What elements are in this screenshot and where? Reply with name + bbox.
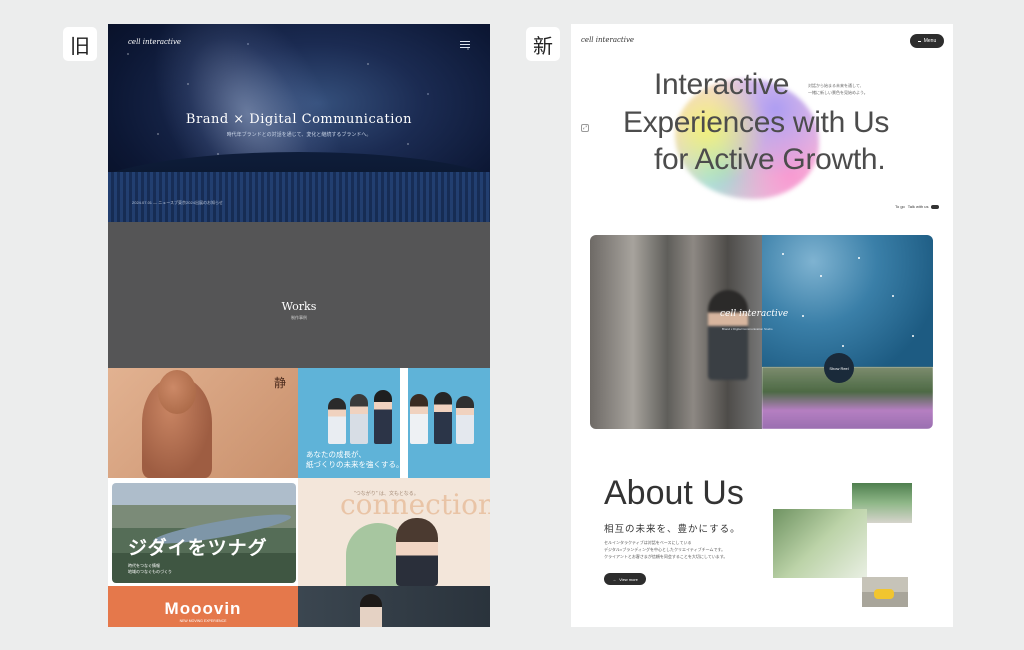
new-site-screenshot: cell interactive Menu Interactive Experi… <box>571 24 953 627</box>
staff-person <box>410 394 428 444</box>
quote-text: "つながり" は、文もとなる。 <box>354 491 419 497</box>
headline-line-2: Experiences with Us <box>623 106 890 139</box>
view-more-button[interactable]: → View more <box>604 573 646 585</box>
menu-label: Menu <box>923 38 937 44</box>
headline-line-1: Interactive <box>654 68 790 101</box>
sparkle <box>842 345 844 347</box>
sparkle <box>912 335 914 337</box>
sparkle <box>782 253 784 255</box>
staff-copy: あなたの成長が、 紙づくりの未来を強くする。 <box>306 450 404 470</box>
statue-head-image <box>158 370 196 414</box>
water-surface-image <box>762 235 933 367</box>
work-tile-dark[interactable] <box>298 586 490 627</box>
new-label: 新 <box>526 27 560 61</box>
sparkle <box>892 295 894 297</box>
about-title: About Us <box>604 474 744 512</box>
about-body-line: デジタル×ブランディングを中心としたクリエイティブチームです。 <box>604 547 726 552</box>
staff-person <box>350 394 368 444</box>
view-more-label: View more <box>619 576 638 582</box>
about-body-line: クライアントとお客さまが信頼を同会することを大切にしています。 <box>604 554 728 559</box>
staff-person <box>456 396 474 444</box>
about-photo-forest <box>773 509 867 578</box>
calligraphy-text: 静 <box>274 376 287 390</box>
menu-icon <box>917 40 921 42</box>
hamburger-menu-icon[interactable] <box>460 41 470 50</box>
arrow-right-icon: → <box>612 576 617 582</box>
work-tile-connection[interactable]: connection is "つながり" は、文もとなる。 <box>298 478 490 586</box>
sparkle <box>820 275 822 277</box>
toggle-icon <box>931 204 940 209</box>
planetarium-seats-image <box>108 172 490 222</box>
old-hero-title: Brand × Digital Communication <box>185 112 413 127</box>
old-hero-subtitle: 時代年ブランドとの対話を通じて、変化と継続するブランドへ。 <box>226 132 372 138</box>
side-text-line: 対話から始まる未来を通して、 <box>808 83 864 88</box>
taxi-image <box>874 589 894 599</box>
talk-prefix: To go <box>895 204 905 209</box>
river-title: ジダイをツナグ <box>128 538 268 559</box>
person-image <box>360 594 382 627</box>
talk-label: Talk with us <box>907 204 929 209</box>
work-tile-river[interactable]: ジダイをツナグ 時代をつなぐ情報 地域のつなぐものづくり <box>108 478 298 586</box>
river-small-line: 地域のつなぐものづくり <box>128 569 172 574</box>
staff-person <box>374 390 392 444</box>
hero-photo-grid: cell interactive Brand x Digital Communi… <box>590 235 933 429</box>
about-body-line: セルインタラクティブは対話をベースにしている <box>604 540 692 545</box>
works-subtitle: 制作事例 <box>291 315 307 320</box>
walking-person-image <box>708 290 748 380</box>
blurred-crowd-image <box>590 235 762 429</box>
river-small-text: 時代をつなぐ情報 地域のつなぐものづくり <box>128 563 172 575</box>
menu-button[interactable]: Menu <box>910 34 944 48</box>
old-hero-news[interactable]: 2024.07.01 — ニュースブ東京2024出展のお知らせ <box>132 200 223 206</box>
work-tile-statue[interactable]: 静 <box>108 368 298 478</box>
staff-copy-line: あなたの成長が、 <box>306 450 366 459</box>
work-tile-mooovin[interactable]: Mooovin NEW MOVING EXPERIENCE <box>108 586 298 627</box>
works-title: Works <box>281 300 317 313</box>
old-hero: cell interactive Brand × Digital Communi… <box>108 24 490 222</box>
old-label: 旧 <box>63 27 97 61</box>
expand-icon[interactable]: ⤢ <box>581 124 589 132</box>
side-text-line: 一緒に新しい景色を見始めよう。 <box>808 90 868 95</box>
staff-person <box>434 392 452 444</box>
sparkle <box>858 257 860 259</box>
new-logo[interactable]: cell interactive <box>581 36 634 44</box>
photo-logo-subtitle: Brand x Digital Communication Studio <box>722 327 773 331</box>
staff-person <box>328 398 346 444</box>
about-body: セルインタラクティブは対話をベースにしている デジタル×ブランディングを中心とし… <box>604 539 727 560</box>
works-section: Works 制作事例 <box>108 222 490 368</box>
side-text: 対話から始まる未来を通して、 一緒に新しい景色を見始めよう。 <box>808 82 868 96</box>
about-photo-taxi <box>862 577 908 607</box>
river-aerial-image: ジダイをツナグ 時代をつなぐ情報 地域のつなぐものづくり <box>112 483 296 583</box>
old-logo[interactable]: cell interactive <box>128 38 181 46</box>
mooovin-logo: Mooovin <box>164 599 242 618</box>
staff-copy-line: 紙づくりの未来を強くする。 <box>306 460 404 469</box>
old-site-screenshot: cell interactive Brand × Digital Communi… <box>108 24 490 627</box>
talk-with-us-link[interactable]: To go Talk with us <box>895 204 940 209</box>
woman-image <box>396 518 438 586</box>
photo-logo: cell interactive <box>720 309 789 319</box>
mooovin-subtitle: NEW MOVING EXPERIENCE <box>179 619 227 623</box>
sparkle <box>802 315 804 317</box>
about-subtitle: 相互の未来を、豊かにする。 <box>604 524 741 535</box>
headline-line-3: for Active Growth. <box>654 143 886 176</box>
work-tile-staff[interactable]: あなたの成長が、 紙づくりの未来を強くする。 <box>298 368 490 478</box>
show-reel-button[interactable]: Show Reel <box>824 353 854 383</box>
